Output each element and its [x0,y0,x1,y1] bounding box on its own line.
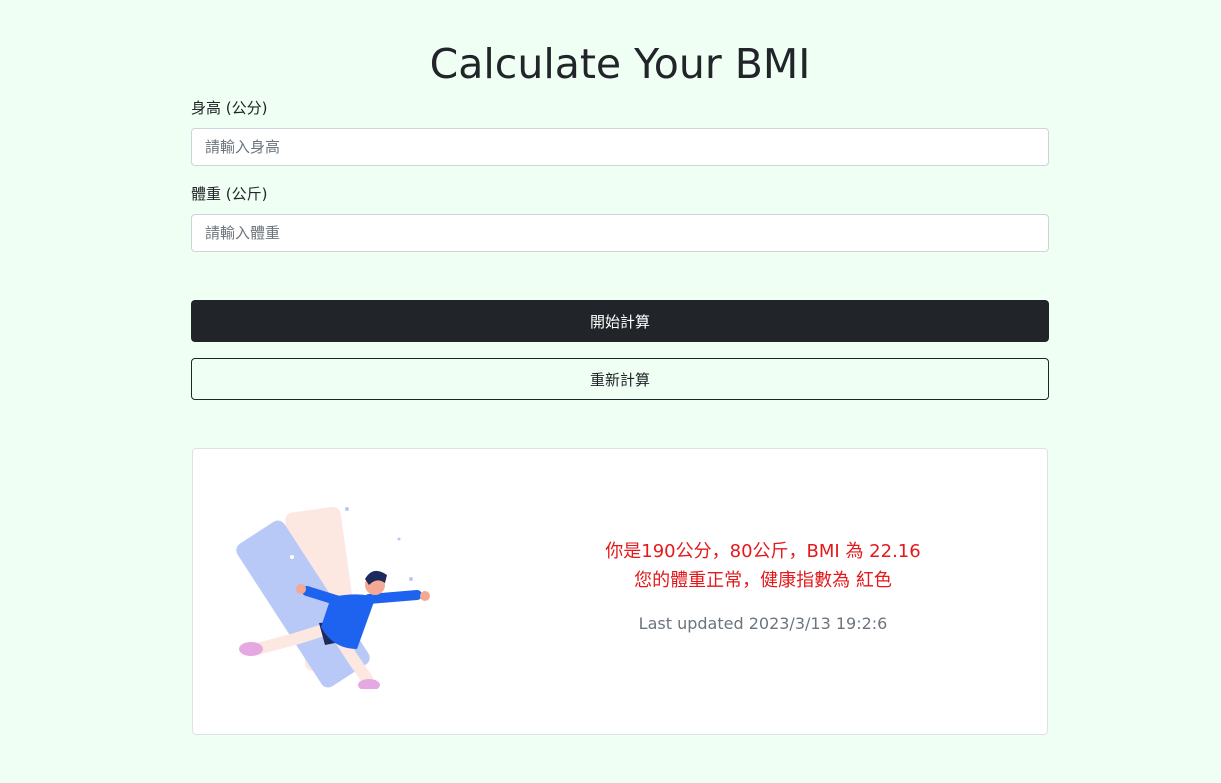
result-panel: 你是190公分，80公斤，BMI 為 22.16 您的體重正常，健康指數為 紅色… [523,537,1003,635]
bmi-result-text: 你是190公分，80公斤，BMI 為 22.16 [605,541,921,562]
sparkle-dot [290,555,294,559]
result-card: 你是190公分，80公斤，BMI 為 22.16 您的體重正常，健康指數為 紅色… [192,448,1048,735]
height-input[interactable] [191,128,1049,166]
page-title: Calculate Your BMI [429,40,811,88]
sparkle-dot [345,507,349,511]
left-hand [296,584,306,594]
health-status-text: 您的體重正常，健康指數為 紅色 [634,570,892,591]
sparkle-dot [409,577,413,581]
weight-input[interactable] [191,214,1049,252]
right-hand [420,591,430,601]
jumping-person-illustration [236,506,430,689]
last-updated-text: Last updated 2023/3/13 19:2:6 [638,614,888,633]
height-label: 身高 (公分) [191,99,268,117]
sparkle-dot [397,537,401,541]
reset-button[interactable]: 重新計算 [191,358,1049,400]
weight-label: 體重 (公斤) [191,185,268,203]
right-arm [364,590,422,604]
left-shoe [239,642,263,656]
calculate-button[interactable]: 開始計算 [191,300,1049,342]
